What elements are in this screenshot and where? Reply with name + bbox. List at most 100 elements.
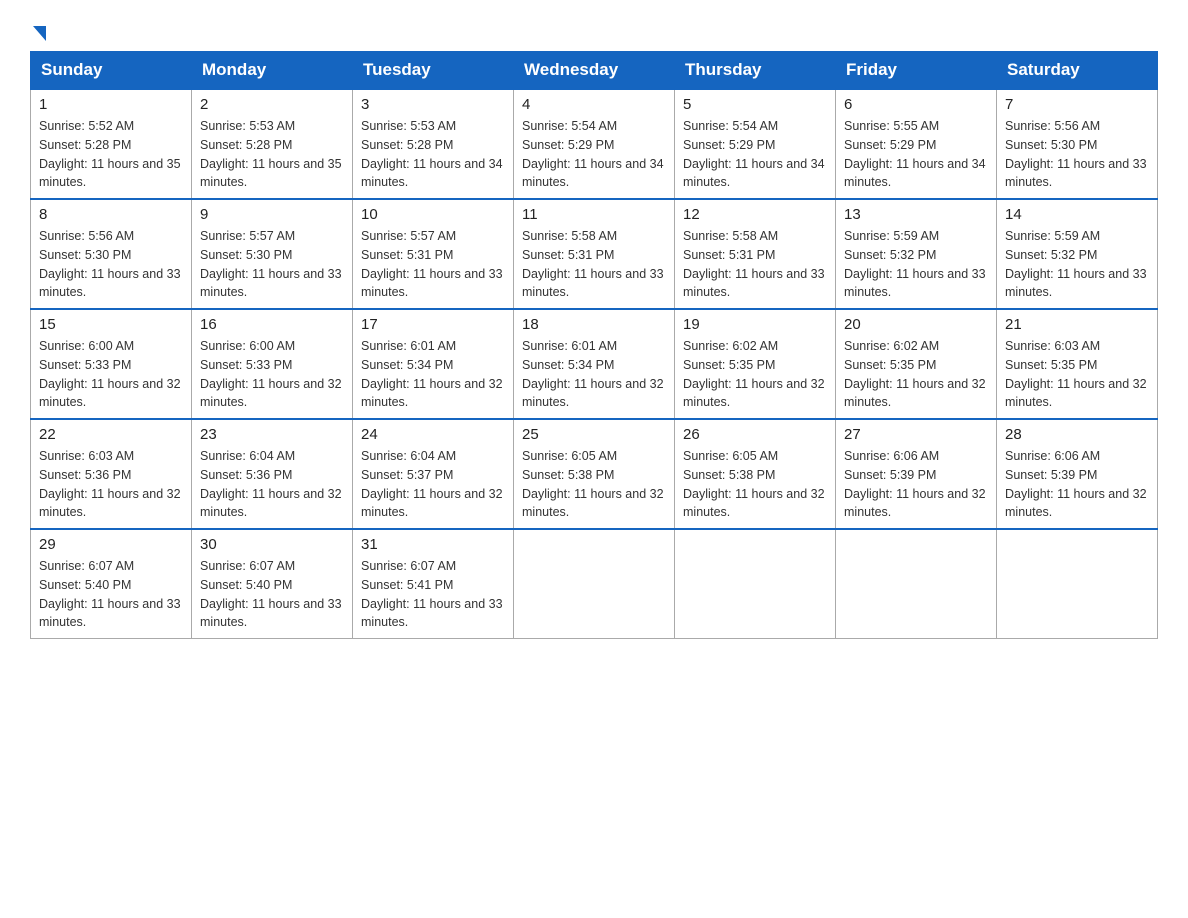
logo-triangle-icon xyxy=(33,26,46,41)
calendar-day-cell: 29 Sunrise: 6:07 AM Sunset: 5:40 PM Dayl… xyxy=(31,529,192,639)
day-info: Sunrise: 6:07 AM Sunset: 5:40 PM Dayligh… xyxy=(39,557,183,632)
day-number: 15 xyxy=(39,316,183,333)
day-info: Sunrise: 5:57 AM Sunset: 5:30 PM Dayligh… xyxy=(200,227,344,302)
day-info: Sunrise: 5:55 AM Sunset: 5:29 PM Dayligh… xyxy=(844,117,988,192)
calendar-header: SundayMondayTuesdayWednesdayThursdayFrid… xyxy=(31,52,1158,90)
day-info: Sunrise: 5:53 AM Sunset: 5:28 PM Dayligh… xyxy=(200,117,344,192)
day-number: 21 xyxy=(1005,316,1149,333)
day-info: Sunrise: 6:06 AM Sunset: 5:39 PM Dayligh… xyxy=(1005,447,1149,522)
day-info: Sunrise: 6:03 AM Sunset: 5:35 PM Dayligh… xyxy=(1005,337,1149,412)
calendar-day-cell: 2 Sunrise: 5:53 AM Sunset: 5:28 PM Dayli… xyxy=(192,89,353,199)
calendar-week-row: 22 Sunrise: 6:03 AM Sunset: 5:36 PM Dayl… xyxy=(31,419,1158,529)
day-number: 4 xyxy=(522,96,666,113)
day-info: Sunrise: 6:00 AM Sunset: 5:33 PM Dayligh… xyxy=(39,337,183,412)
calendar-day-cell: 10 Sunrise: 5:57 AM Sunset: 5:31 PM Dayl… xyxy=(353,199,514,309)
day-info: Sunrise: 6:01 AM Sunset: 5:34 PM Dayligh… xyxy=(522,337,666,412)
day-info: Sunrise: 5:59 AM Sunset: 5:32 PM Dayligh… xyxy=(1005,227,1149,302)
day-number: 27 xyxy=(844,426,988,443)
calendar-day-cell: 8 Sunrise: 5:56 AM Sunset: 5:30 PM Dayli… xyxy=(31,199,192,309)
day-number: 8 xyxy=(39,206,183,223)
day-info: Sunrise: 5:53 AM Sunset: 5:28 PM Dayligh… xyxy=(361,117,505,192)
day-info: Sunrise: 6:07 AM Sunset: 5:40 PM Dayligh… xyxy=(200,557,344,632)
day-info: Sunrise: 6:00 AM Sunset: 5:33 PM Dayligh… xyxy=(200,337,344,412)
day-number: 17 xyxy=(361,316,505,333)
calendar-day-cell: 6 Sunrise: 5:55 AM Sunset: 5:29 PM Dayli… xyxy=(836,89,997,199)
day-number: 19 xyxy=(683,316,827,333)
days-of-week-row: SundayMondayTuesdayWednesdayThursdayFrid… xyxy=(31,52,1158,90)
calendar-day-cell: 14 Sunrise: 5:59 AM Sunset: 5:32 PM Dayl… xyxy=(997,199,1158,309)
logo xyxy=(30,20,46,41)
calendar-day-cell: 15 Sunrise: 6:00 AM Sunset: 5:33 PM Dayl… xyxy=(31,309,192,419)
calendar-week-row: 8 Sunrise: 5:56 AM Sunset: 5:30 PM Dayli… xyxy=(31,199,1158,309)
calendar-day-cell: 7 Sunrise: 5:56 AM Sunset: 5:30 PM Dayli… xyxy=(997,89,1158,199)
day-number: 6 xyxy=(844,96,988,113)
calendar-day-cell xyxy=(675,529,836,639)
calendar-day-cell: 31 Sunrise: 6:07 AM Sunset: 5:41 PM Dayl… xyxy=(353,529,514,639)
calendar-day-cell: 13 Sunrise: 5:59 AM Sunset: 5:32 PM Dayl… xyxy=(836,199,997,309)
day-info: Sunrise: 6:07 AM Sunset: 5:41 PM Dayligh… xyxy=(361,557,505,632)
day-of-week-header: Tuesday xyxy=(353,52,514,90)
day-number: 12 xyxy=(683,206,827,223)
day-info: Sunrise: 6:01 AM Sunset: 5:34 PM Dayligh… xyxy=(361,337,505,412)
calendar-day-cell: 22 Sunrise: 6:03 AM Sunset: 5:36 PM Dayl… xyxy=(31,419,192,529)
calendar-day-cell xyxy=(997,529,1158,639)
day-number: 24 xyxy=(361,426,505,443)
calendar-day-cell: 24 Sunrise: 6:04 AM Sunset: 5:37 PM Dayl… xyxy=(353,419,514,529)
day-of-week-header: Monday xyxy=(192,52,353,90)
day-number: 30 xyxy=(200,536,344,553)
day-number: 3 xyxy=(361,96,505,113)
calendar-day-cell: 11 Sunrise: 5:58 AM Sunset: 5:31 PM Dayl… xyxy=(514,199,675,309)
day-number: 28 xyxy=(1005,426,1149,443)
day-info: Sunrise: 6:04 AM Sunset: 5:37 PM Dayligh… xyxy=(361,447,505,522)
day-number: 9 xyxy=(200,206,344,223)
day-info: Sunrise: 5:56 AM Sunset: 5:30 PM Dayligh… xyxy=(1005,117,1149,192)
day-number: 16 xyxy=(200,316,344,333)
day-number: 26 xyxy=(683,426,827,443)
calendar-body: 1 Sunrise: 5:52 AM Sunset: 5:28 PM Dayli… xyxy=(31,89,1158,639)
day-info: Sunrise: 6:06 AM Sunset: 5:39 PM Dayligh… xyxy=(844,447,988,522)
calendar-day-cell: 20 Sunrise: 6:02 AM Sunset: 5:35 PM Dayl… xyxy=(836,309,997,419)
calendar-day-cell: 19 Sunrise: 6:02 AM Sunset: 5:35 PM Dayl… xyxy=(675,309,836,419)
day-info: Sunrise: 6:02 AM Sunset: 5:35 PM Dayligh… xyxy=(844,337,988,412)
calendar-week-row: 1 Sunrise: 5:52 AM Sunset: 5:28 PM Dayli… xyxy=(31,89,1158,199)
day-of-week-header: Saturday xyxy=(997,52,1158,90)
day-number: 13 xyxy=(844,206,988,223)
day-info: Sunrise: 6:03 AM Sunset: 5:36 PM Dayligh… xyxy=(39,447,183,522)
day-number: 11 xyxy=(522,206,666,223)
calendar-day-cell: 30 Sunrise: 6:07 AM Sunset: 5:40 PM Dayl… xyxy=(192,529,353,639)
calendar-week-row: 29 Sunrise: 6:07 AM Sunset: 5:40 PM Dayl… xyxy=(31,529,1158,639)
day-number: 5 xyxy=(683,96,827,113)
day-of-week-header: Sunday xyxy=(31,52,192,90)
day-info: Sunrise: 6:05 AM Sunset: 5:38 PM Dayligh… xyxy=(522,447,666,522)
day-number: 14 xyxy=(1005,206,1149,223)
calendar-day-cell xyxy=(514,529,675,639)
calendar-day-cell xyxy=(836,529,997,639)
day-number: 10 xyxy=(361,206,505,223)
calendar-day-cell: 9 Sunrise: 5:57 AM Sunset: 5:30 PM Dayli… xyxy=(192,199,353,309)
calendar-day-cell: 17 Sunrise: 6:01 AM Sunset: 5:34 PM Dayl… xyxy=(353,309,514,419)
page-header xyxy=(30,20,1158,41)
day-number: 29 xyxy=(39,536,183,553)
calendar-day-cell: 27 Sunrise: 6:06 AM Sunset: 5:39 PM Dayl… xyxy=(836,419,997,529)
day-number: 1 xyxy=(39,96,183,113)
day-info: Sunrise: 5:57 AM Sunset: 5:31 PM Dayligh… xyxy=(361,227,505,302)
day-info: Sunrise: 5:52 AM Sunset: 5:28 PM Dayligh… xyxy=(39,117,183,192)
day-number: 7 xyxy=(1005,96,1149,113)
day-of-week-header: Friday xyxy=(836,52,997,90)
calendar-day-cell: 21 Sunrise: 6:03 AM Sunset: 5:35 PM Dayl… xyxy=(997,309,1158,419)
day-number: 25 xyxy=(522,426,666,443)
day-info: Sunrise: 5:54 AM Sunset: 5:29 PM Dayligh… xyxy=(683,117,827,192)
day-number: 22 xyxy=(39,426,183,443)
calendar-day-cell: 28 Sunrise: 6:06 AM Sunset: 5:39 PM Dayl… xyxy=(997,419,1158,529)
calendar-day-cell: 4 Sunrise: 5:54 AM Sunset: 5:29 PM Dayli… xyxy=(514,89,675,199)
calendar-day-cell: 23 Sunrise: 6:04 AM Sunset: 5:36 PM Dayl… xyxy=(192,419,353,529)
day-info: Sunrise: 5:59 AM Sunset: 5:32 PM Dayligh… xyxy=(844,227,988,302)
day-info: Sunrise: 6:04 AM Sunset: 5:36 PM Dayligh… xyxy=(200,447,344,522)
day-info: Sunrise: 6:02 AM Sunset: 5:35 PM Dayligh… xyxy=(683,337,827,412)
calendar-day-cell: 5 Sunrise: 5:54 AM Sunset: 5:29 PM Dayli… xyxy=(675,89,836,199)
day-of-week-header: Wednesday xyxy=(514,52,675,90)
day-info: Sunrise: 5:54 AM Sunset: 5:29 PM Dayligh… xyxy=(522,117,666,192)
calendar-day-cell: 1 Sunrise: 5:52 AM Sunset: 5:28 PM Dayli… xyxy=(31,89,192,199)
calendar-day-cell: 16 Sunrise: 6:00 AM Sunset: 5:33 PM Dayl… xyxy=(192,309,353,419)
calendar-day-cell: 18 Sunrise: 6:01 AM Sunset: 5:34 PM Dayl… xyxy=(514,309,675,419)
